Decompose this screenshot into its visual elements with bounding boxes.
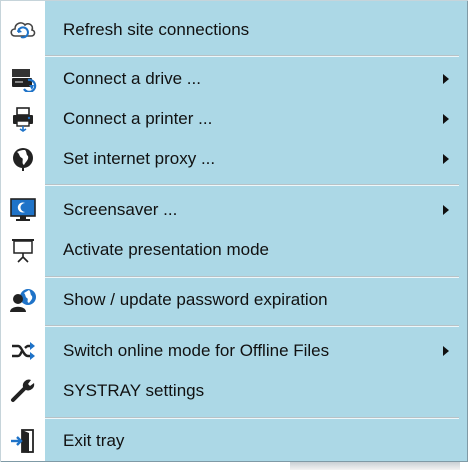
network-drive-icon (9, 66, 37, 92)
menu-drop-shadow (290, 462, 460, 470)
menu-item-label: Connect a printer ... (63, 109, 213, 128)
menu-item-label: Set internet proxy ... (63, 149, 216, 168)
menu-item-label: Screensaver ... (63, 200, 178, 219)
menu-item-screensaver[interactable]: Screensaver ... (0, 190, 467, 230)
menu-item-switch-online-mode[interactable]: Switch online mode for Offline Files (0, 331, 467, 371)
menu-item-exit-tray[interactable]: Exit tray (0, 421, 467, 461)
menu-item-label: Show / update password expiration (63, 290, 328, 309)
menu-separator (45, 325, 459, 327)
menu-item-label: SYSTRAY settings (63, 381, 205, 400)
menu-item-connect-printer[interactable]: Connect a printer ... (0, 99, 467, 139)
menu-item-password-expiration[interactable]: Show / update password expiration (0, 280, 467, 320)
submenu-arrow-icon (443, 114, 449, 124)
menu-top-border (0, 0, 468, 1)
submenu-arrow-icon (443, 346, 449, 356)
systray-context-menu: Refresh site connections Connect a drive… (0, 0, 468, 462)
user-globe-icon (9, 287, 37, 313)
menu-separator (45, 276, 459, 278)
menu-separator (45, 417, 459, 419)
menu-item-activate-presentation-mode[interactable]: Activate presentation mode (0, 230, 467, 270)
globe-icon (9, 146, 37, 172)
menu-item-systray-settings[interactable]: SYSTRAY settings (0, 371, 467, 411)
menu-item-label: Activate presentation mode (63, 240, 270, 259)
exit-door-icon (9, 428, 37, 454)
cloud-refresh-icon (9, 17, 37, 43)
menu-separator (45, 184, 459, 186)
menu-item-label: Switch online mode for Offline Files (63, 341, 330, 360)
monitor-moon-icon (9, 197, 37, 223)
menu-item-refresh-site-connections[interactable]: Refresh site connections (0, 10, 467, 50)
menu-item-set-internet-proxy[interactable]: Set internet proxy ... (0, 139, 467, 179)
shuffle-icon (9, 338, 37, 364)
printer-icon (9, 106, 37, 132)
submenu-arrow-icon (443, 74, 449, 84)
wrench-icon (9, 378, 37, 404)
menu-item-connect-drive[interactable]: Connect a drive ... (0, 59, 467, 99)
submenu-arrow-icon (443, 154, 449, 164)
menu-separator (45, 55, 459, 57)
menu-item-label: Exit tray (63, 431, 125, 450)
menu-item-label: Connect a drive ... (63, 69, 201, 88)
menu-item-label: Refresh site connections (63, 20, 250, 39)
projector-screen-icon (9, 237, 37, 263)
submenu-arrow-icon (443, 205, 449, 215)
